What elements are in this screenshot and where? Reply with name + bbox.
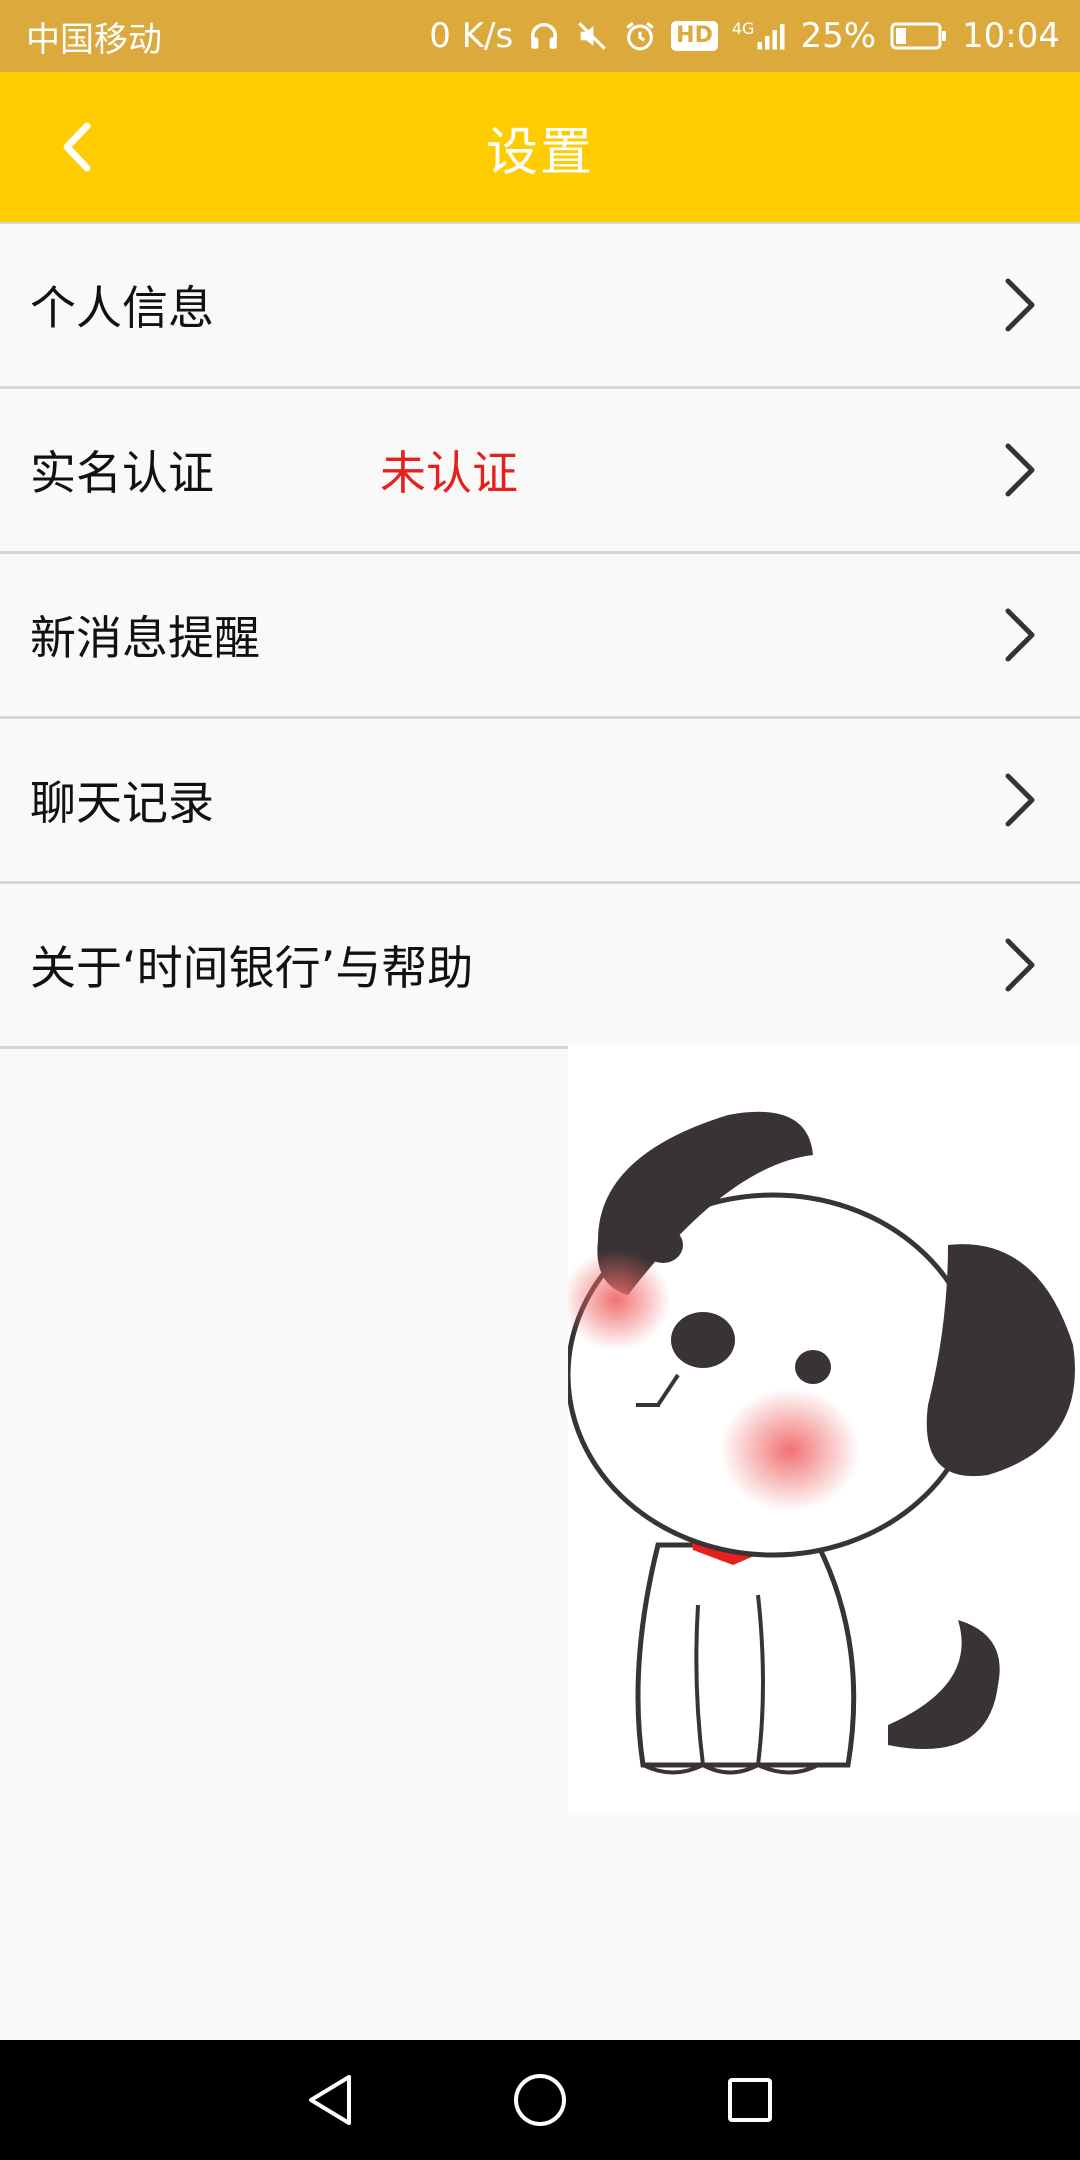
chevron-right-icon xyxy=(1005,608,1035,662)
chevron-right-icon xyxy=(1005,773,1035,827)
nav-home-button[interactable] xyxy=(510,2070,570,2130)
clock-time: 10:04 xyxy=(962,16,1060,56)
app-header: 设置 xyxy=(0,72,1080,222)
status-icons: 0 K/s HD 4G 25% 10:04 xyxy=(429,16,1060,56)
menu-item-about-and-help[interactable]: 关于‘时间银行’与帮助 xyxy=(0,884,1080,1049)
menu-item-real-name-verification[interactable]: 实名认证 未认证 xyxy=(0,389,1080,554)
menu-item-label: 聊天记录 xyxy=(30,776,214,830)
mute-icon xyxy=(575,19,609,53)
system-nav-bar xyxy=(0,2040,1080,2160)
status-bar: 中国移动 0 K/s HD 4G 25% 10:04 xyxy=(0,0,1080,72)
network-type: 4G xyxy=(731,19,755,38)
chevron-right-icon xyxy=(1005,938,1035,992)
nav-back-button[interactable] xyxy=(300,2070,360,2130)
battery-icon xyxy=(890,21,948,51)
headphones-icon xyxy=(527,19,561,53)
verification-status: 未认证 xyxy=(380,446,518,500)
menu-item-label: 个人信息 xyxy=(30,281,214,335)
net-speed: 0 K/s xyxy=(429,16,514,56)
menu-item-label: 新消息提醒 xyxy=(30,611,260,665)
hd-badge: HD xyxy=(671,21,718,51)
battery-percent: 25% xyxy=(800,16,877,56)
menu-item-new-message-alerts[interactable]: 新消息提醒 xyxy=(0,554,1080,719)
alarm-icon xyxy=(623,19,657,53)
settings-menu: 个人信息 实名认证 未认证 新消息提醒 聊天记录 关于‘时间银行’与帮助 xyxy=(0,222,1080,1049)
menu-item-label: 关于‘时间银行’与帮助 xyxy=(30,941,474,995)
chevron-right-icon xyxy=(1005,443,1035,497)
chevron-right-icon xyxy=(1005,278,1035,332)
recents-square-icon xyxy=(728,2078,772,2122)
page-title: 设置 xyxy=(485,122,594,183)
back-triangle-icon xyxy=(309,2075,351,2125)
carrier-name: 中国移动 xyxy=(26,19,162,60)
menu-item-personal-info[interactable]: 个人信息 xyxy=(0,224,1080,389)
chevron-left-icon xyxy=(63,122,91,172)
puppy-illustration xyxy=(561,1045,1080,1815)
back-button[interactable] xyxy=(50,120,104,174)
menu-item-label: 实名认证 xyxy=(30,446,214,500)
nav-recents-button[interactable] xyxy=(720,2070,780,2130)
menu-item-chat-history[interactable]: 聊天记录 xyxy=(0,719,1080,884)
home-circle-icon xyxy=(514,2074,566,2126)
signal-icon: 4G xyxy=(732,21,787,51)
